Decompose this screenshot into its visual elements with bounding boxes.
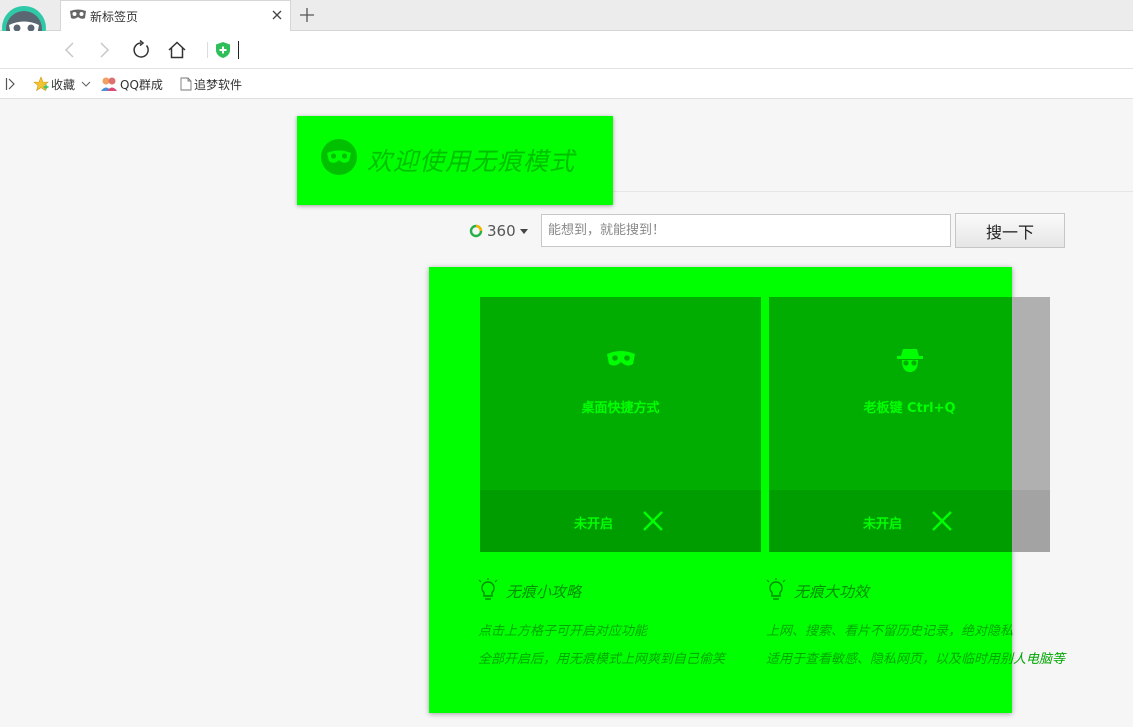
close-icon[interactable] [931,510,953,532]
address-separator [207,42,208,58]
mask-icon [70,9,86,19]
people-icon [101,77,117,91]
360-logo-icon [469,224,483,238]
card-title: 桌面快捷方式 [581,401,660,416]
forward-arrow-icon[interactable] [94,40,114,60]
search-engine-name: 360 [487,222,516,240]
bookmark-favorites[interactable]: 收藏 [33,76,93,92]
card-title: 老板键 Ctrl+Q [863,401,956,416]
boss-key-card[interactable]: 老板键 Ctrl+Q 未开启 [769,297,1050,552]
tab-title: 新标签页 [90,10,139,24]
search-button[interactable]: 搜一下 [955,213,1065,248]
sidebar-toggle-icon[interactable] [5,77,15,91]
home-icon[interactable] [167,40,187,60]
bookmark-label: QQ群成 [120,77,163,92]
lightbulb-icon [766,578,786,600]
back-arrow-icon[interactable] [60,40,80,60]
spy-icon [897,349,923,372]
search-engine-selector[interactable]: 360 [469,221,528,241]
divider [613,191,1133,192]
search-input[interactable] [541,214,951,247]
tab-new-tab[interactable]: 新标签页 [60,0,291,31]
tips-title: 无痕小攻略 [506,583,582,601]
card-footer: 未开启 [480,490,761,552]
status-label: 未开启 [863,517,903,532]
benefit-text: 上网、搜索、看片不留历史记录，绝对隐私 [766,624,1014,639]
tip-text: 点击上方格子可开启对应功能 [478,624,648,639]
status-label: 未开启 [574,517,614,532]
card-overflow-shadow [1012,297,1050,552]
address-bar-input[interactable] [238,41,239,59]
bookmark-label: 收藏 [51,77,76,92]
card-overflow-footer [1012,490,1050,552]
caret-down-icon [519,228,528,234]
shield-plus-icon[interactable] [215,41,231,59]
lightbulb-icon [478,578,498,600]
card-footer: 未开启 [769,490,1050,552]
close-icon[interactable] [270,8,284,22]
bookmark-qq-group[interactable]: QQ群成 [100,76,163,92]
welcome-banner: 欢迎使用无痕模式 [297,116,613,205]
mask-icon [607,351,635,366]
plus-icon[interactable] [298,6,316,24]
benefit-text: 适用于查看敏感、隐私网页，以及临时用别人电脑等 [766,652,1066,667]
incognito-new-tab-page: 欢迎使用无痕模式 360 搜一下 桌面快捷方式 未开启 [0,100,1133,727]
star-icon [33,76,49,92]
tip-text: 全部开启后，用无痕模式上网爽到自己偷笑 [478,652,726,667]
page-title: 欢迎使用无痕模式 [367,147,576,176]
reload-icon[interactable] [131,40,151,60]
bookmark-label: 追梦软件 [194,77,243,92]
bookmarks-bar: 收藏 QQ群成 追梦软件 [0,69,1133,99]
desktop-shortcut-card[interactable]: 桌面快捷方式 未开启 [480,297,761,552]
benefits-title: 无痕大功效 [794,583,870,601]
page-icon [180,77,192,91]
chevron-down-icon[interactable] [81,80,91,88]
close-icon[interactable] [642,510,664,532]
bookmark-zhuimeng[interactable]: 追梦软件 [180,76,242,92]
navigation-toolbar [0,31,1133,69]
title-bar: 新标签页 [0,0,1133,31]
mask-icon [321,139,357,175]
